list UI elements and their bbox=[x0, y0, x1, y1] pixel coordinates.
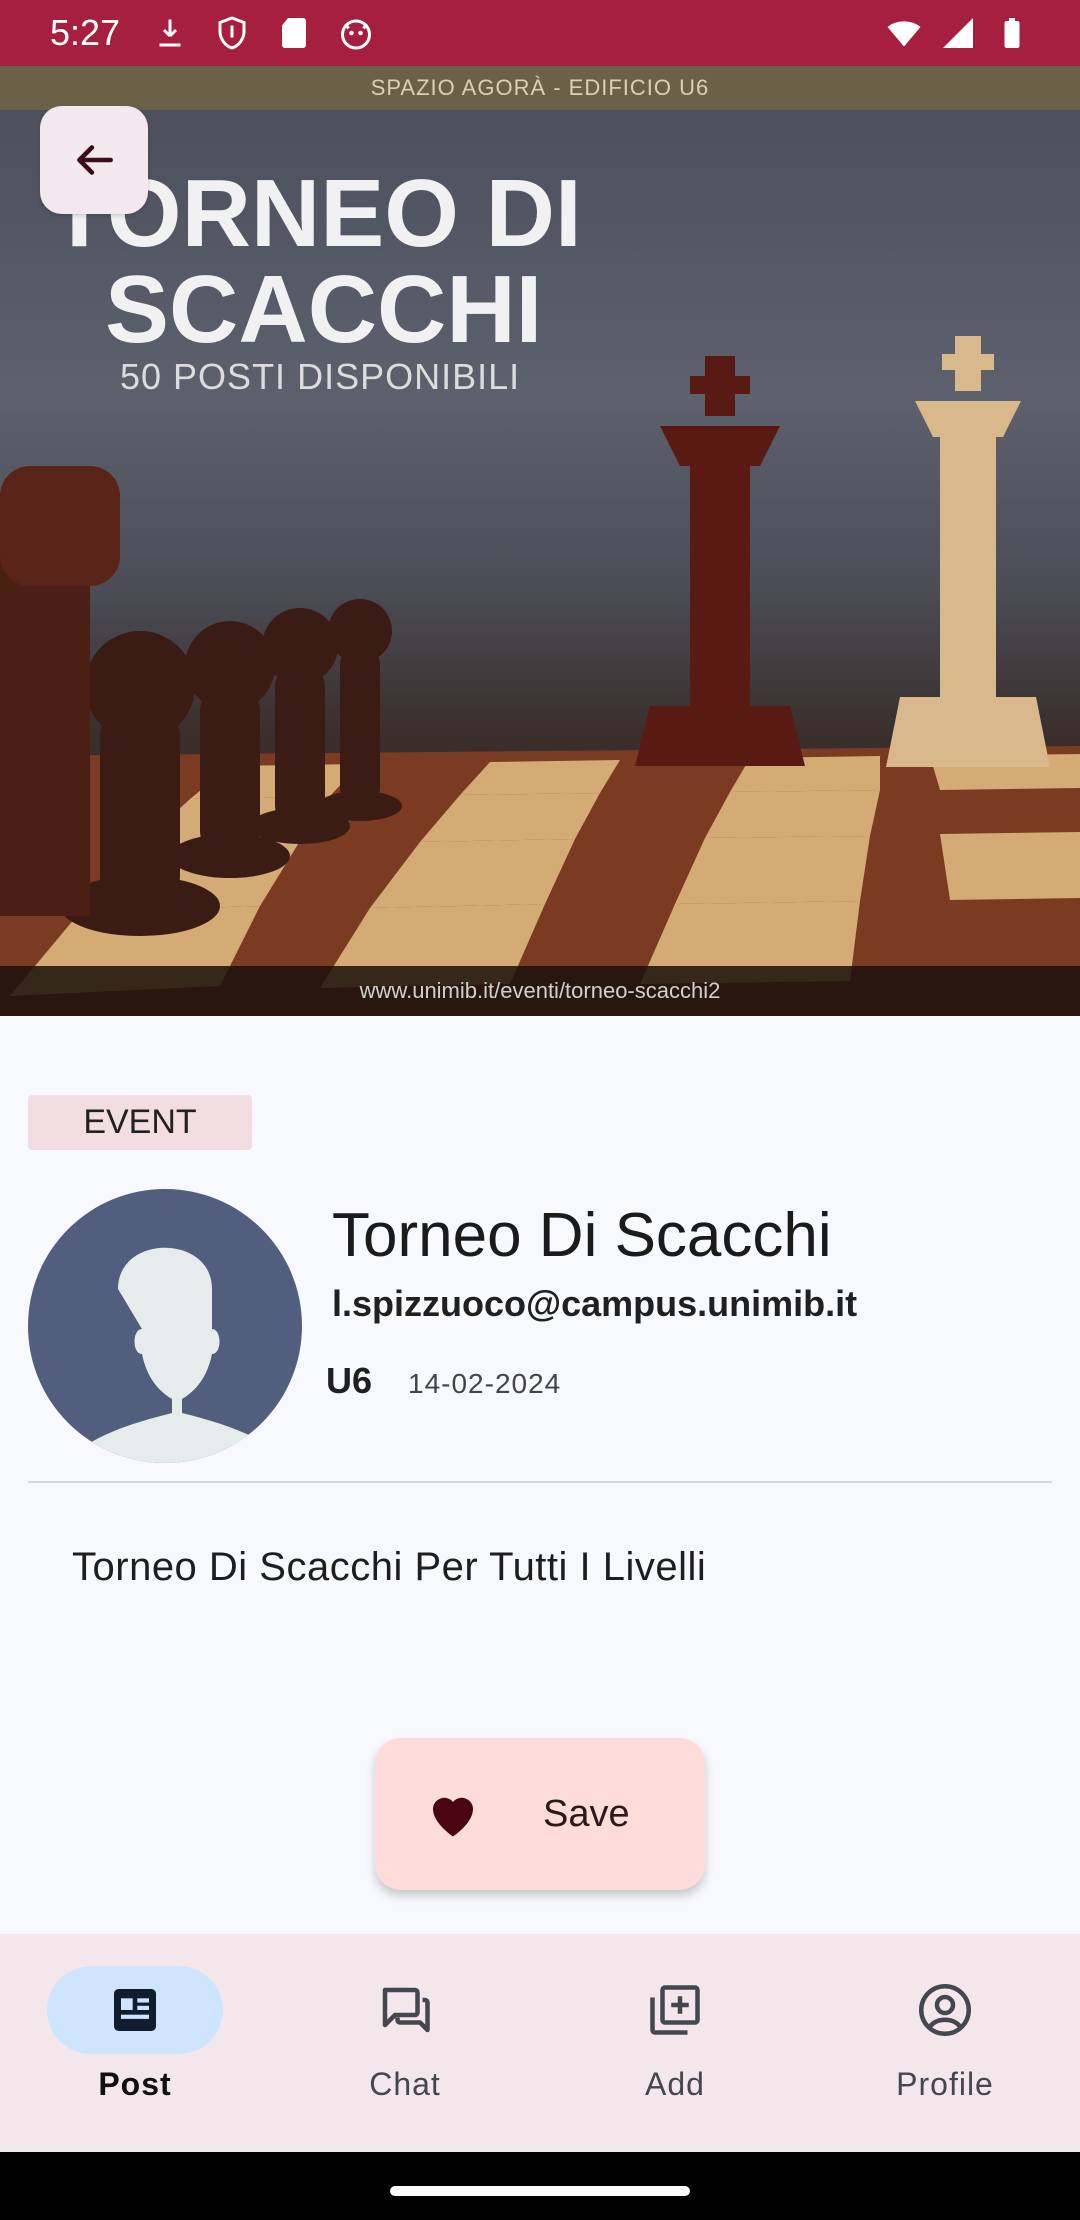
building-label: U6 bbox=[326, 1360, 373, 1401]
account-circle-icon bbox=[919, 1984, 971, 2036]
status-time: 5:27 bbox=[50, 12, 121, 53]
post-title: Torneo Di Scacchi bbox=[332, 1201, 832, 1270]
save-label: Save bbox=[543, 1792, 630, 1835]
nav-item-add[interactable]: Add bbox=[540, 1934, 810, 2152]
bottom-navigation: Post Chat Add Profile bbox=[0, 1934, 1080, 2152]
hero-title-line2: SCACCHI bbox=[105, 256, 543, 363]
post-description: Torneo Di Scacchi Per Tutti I Livelli bbox=[72, 1545, 707, 1589]
hero-subtitle: 50 POSTI DISPONIBILI bbox=[120, 356, 521, 397]
divider bbox=[28, 1481, 1052, 1483]
download-icon bbox=[152, 15, 188, 51]
nav-item-profile[interactable]: Profile bbox=[810, 1934, 1080, 2152]
wifi-icon bbox=[886, 15, 922, 51]
nav-label-profile: Profile bbox=[896, 2066, 994, 2102]
sd-card-icon bbox=[276, 15, 312, 51]
category-chip: EVENT bbox=[28, 1095, 252, 1150]
arrow-back-icon bbox=[77, 145, 113, 175]
post-date: 14-02-2024 bbox=[408, 1368, 562, 1399]
nav-item-chat[interactable]: Chat bbox=[270, 1934, 540, 2152]
nav-label-chat: Chat bbox=[369, 2066, 441, 2102]
save-button[interactable]: Save bbox=[375, 1738, 705, 1890]
hero-top-band: SPAZIO AGORÀ - EDIFICIO U6 bbox=[0, 66, 1080, 110]
heart-icon bbox=[433, 1797, 473, 1837]
person-silhouette-icon bbox=[65, 1247, 289, 1463]
nav-item-post[interactable]: Post bbox=[0, 1934, 270, 2152]
cat-icon bbox=[338, 15, 374, 51]
add-to-photos-icon bbox=[650, 1985, 700, 2035]
back-button[interactable] bbox=[40, 106, 148, 214]
signal-icon bbox=[940, 15, 976, 51]
nav-label-post: Post bbox=[98, 2066, 172, 2102]
chat-icon bbox=[382, 1987, 430, 2033]
battery-icon bbox=[994, 15, 1030, 51]
shield-icon bbox=[214, 15, 250, 51]
avatar bbox=[28, 1189, 302, 1463]
hero-url: www.unimib.it/eventi/torneo-scacchi2 bbox=[359, 978, 721, 1003]
author-email: l.spizzuoco@campus.unimib.it bbox=[332, 1283, 858, 1324]
system-navigation-bar bbox=[0, 2152, 1080, 2220]
status-bar: 5:27 bbox=[0, 0, 1080, 66]
nav-label-add: Add bbox=[645, 2066, 705, 2102]
home-gesture-handle[interactable] bbox=[390, 2186, 690, 2196]
article-icon bbox=[114, 1989, 156, 2031]
post-image: SPAZIO AGORÀ - EDIFICIO U6 TORNEO DI SCA… bbox=[0, 66, 1080, 1016]
